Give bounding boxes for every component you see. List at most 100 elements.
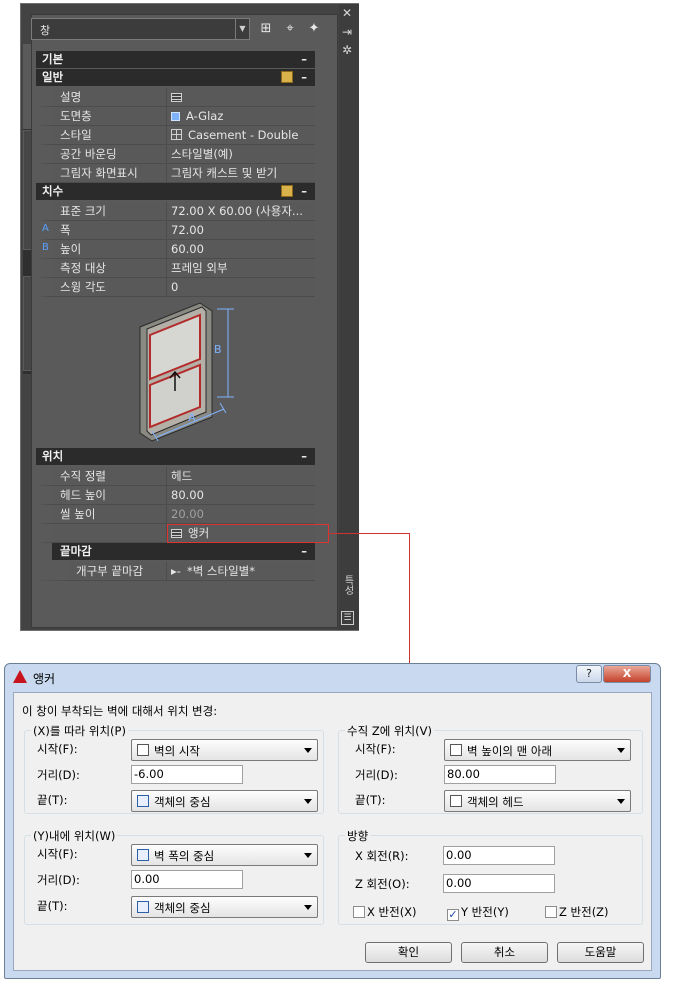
prop-row-height[interactable]: 높이 B 60.00 — [36, 240, 315, 259]
palette-title-strip[interactable] — [339, 4, 359, 630]
chevron-down-icon — [617, 799, 625, 804]
palette-title: 특성 — [342, 575, 353, 595]
close-button[interactable]: X — [603, 665, 651, 683]
prop-label: 스윙 각도 — [36, 278, 166, 297]
field-label: 시작(F): — [37, 742, 78, 756]
ok-button[interactable]: 확인 — [365, 942, 452, 963]
quick-select-icon[interactable]: ✦ — [305, 20, 323, 38]
prop-value[interactable]: 0 — [166, 278, 315, 297]
chevron-down-icon — [304, 853, 312, 858]
style-settings-icon[interactable] — [281, 185, 293, 197]
prop-value[interactable]: 72.00 — [166, 221, 315, 240]
prop-label: 측정 대상 — [36, 259, 166, 278]
field-label: Z 회전(O): — [355, 877, 410, 891]
cancel-button[interactable]: 취소 — [461, 942, 548, 963]
prop-label: 수직 정렬 — [36, 467, 166, 486]
prop-value[interactable]: 60.00 — [166, 240, 315, 259]
section-basic[interactable]: 기본 – — [36, 51, 315, 68]
vertical-z-to-select[interactable]: 객체의 헤드 — [444, 790, 631, 812]
help-button[interactable]: 도움말 — [557, 942, 644, 963]
prop-row-sill-height[interactable]: 씰 높이 20.00 — [36, 505, 315, 524]
palette-menu-icon[interactable]: ☰ — [341, 611, 354, 625]
within-y-to-select[interactable]: 객체의 중심 — [131, 896, 318, 918]
within-y-from-select[interactable]: 벽 폭의 중심 — [131, 844, 318, 866]
prop-value[interactable] — [166, 88, 315, 107]
dialog-title-bar[interactable]: 앵커 ? X — [5, 664, 660, 690]
add-selection-icon[interactable]: ⊞ — [257, 20, 275, 38]
select-objects-icon[interactable]: ⌖ — [281, 20, 299, 38]
along-x-distance-input[interactable]: -6.00 — [131, 765, 243, 784]
section-general[interactable]: 일반 – — [36, 69, 315, 86]
checkbox-box[interactable] — [353, 906, 365, 918]
prop-row-head-height[interactable]: 헤드 높이 80.00 — [36, 486, 315, 505]
prop-row-standard-size[interactable]: 표준 크기 72.00 X 60.00 (사용자... — [36, 202, 315, 221]
prop-value[interactable]: Casement - Double — [166, 126, 315, 145]
table-icon — [171, 93, 182, 102]
prop-value[interactable]: 80.00 — [166, 486, 315, 505]
prop-row-style[interactable]: 스타일 Casement - Double — [36, 126, 315, 145]
within-y-distance-input[interactable]: 0.00 — [131, 870, 243, 889]
section-dimensions-label: 치수 — [42, 184, 64, 198]
prop-value[interactable]: A-Glaz — [166, 107, 315, 126]
close-icon[interactable]: ✕ — [341, 6, 353, 20]
section-dimensions[interactable]: 치수 – — [36, 183, 315, 200]
wall-icon — [450, 744, 462, 756]
collapse-icon[interactable]: – — [301, 543, 307, 560]
field-label: 거리(D): — [37, 873, 80, 887]
prop-row-measure-to[interactable]: 측정 대상 프레임 외부 — [36, 259, 315, 278]
prop-row-opening-end-cap[interactable]: 개구부 끝마감 ▸- *벽 스타일별* — [36, 562, 315, 581]
chevron-down-icon[interactable]: ▼ — [235, 19, 249, 39]
section-location-label: 위치 — [42, 449, 64, 463]
prop-value[interactable]: 스타일별(예) — [166, 145, 315, 164]
collapse-icon[interactable]: – — [301, 183, 307, 200]
flip-y-checkbox[interactable]: ✓ Y 반전(Y) — [447, 904, 509, 921]
prop-value[interactable]: 프레임 외부 — [166, 259, 315, 278]
flip-z-checkbox[interactable]: Z 반전(Z) — [545, 904, 609, 920]
prop-row-width[interactable]: 폭 A 72.00 — [36, 221, 315, 240]
end-cap-icon: ▸- — [171, 564, 181, 578]
collapse-icon[interactable]: – — [301, 51, 307, 68]
prop-value[interactable]: 그림자 캐스트 및 받기 — [166, 164, 315, 183]
prop-row-swing-angle[interactable]: 스윙 각도 0 — [36, 278, 315, 297]
section-general-label: 일반 — [42, 70, 64, 84]
callout-leader — [329, 533, 410, 534]
vertical-z-from-select[interactable]: 벽 높이의 맨 아래 — [444, 739, 631, 761]
prop-value[interactable]: ▸- *벽 스타일별* — [166, 562, 315, 581]
auto-hide-icon[interactable]: ⇥ — [341, 25, 353, 39]
x-rotation-input[interactable]: 0.00 — [443, 846, 555, 865]
section-location[interactable]: 위치 – — [36, 448, 315, 465]
prop-value[interactable]: 72.00 X 60.00 (사용자... — [166, 202, 315, 221]
prop-label: 표준 크기 — [36, 202, 166, 221]
prop-row-vertical-alignment[interactable]: 수직 정렬 헤드 — [36, 467, 315, 486]
field-label: 끝(T): — [37, 899, 68, 913]
dim-b-marker: B — [42, 242, 49, 253]
along-x-from-select[interactable]: 벽의 시작 — [131, 739, 318, 761]
flip-x-checkbox[interactable]: X 반전(X) — [353, 904, 417, 920]
vertical-z-distance-input[interactable]: 80.00 — [444, 765, 556, 784]
section-end-caps[interactable]: 끝마감 – — [52, 543, 315, 560]
prop-row-description[interactable]: 설명 — [36, 88, 315, 107]
style-settings-icon[interactable] — [281, 71, 293, 83]
anchor-callout-box — [167, 524, 329, 543]
prop-label: 공간 바운딩 — [36, 145, 166, 164]
prop-label: 폭 — [36, 221, 166, 240]
prop-label: 씰 높이 — [36, 505, 166, 524]
checkbox-box[interactable] — [545, 906, 557, 918]
field-label: 거리(D): — [355, 768, 398, 782]
object-type-combo[interactable]: 창 ▼ — [31, 18, 250, 40]
group-along-x-title: (X)를 따라 위치(P) — [31, 723, 128, 739]
callout-leader — [409, 533, 410, 663]
layer-color-icon — [171, 112, 180, 121]
prop-row-layer[interactable]: 도면층 A-Glaz — [36, 107, 315, 126]
help-title-button[interactable]: ? — [576, 665, 602, 683]
prop-row-space-bounding[interactable]: 공간 바운딩 스타일별(예) — [36, 145, 315, 164]
prop-value[interactable]: 헤드 — [166, 467, 315, 486]
settings-icon[interactable]: ✲ — [341, 43, 353, 57]
collapse-icon[interactable]: – — [301, 69, 307, 86]
along-x-to-select[interactable]: 객체의 중심 — [131, 790, 318, 812]
z-rotation-input[interactable]: 0.00 — [443, 874, 555, 893]
check-icon[interactable]: ✓ — [447, 909, 459, 921]
collapse-icon[interactable]: – — [301, 448, 307, 465]
window-dimension-figure: B A — [52, 297, 315, 446]
prop-row-shadow-display[interactable]: 그림자 화면표시 그림자 캐스트 및 받기 — [36, 164, 315, 183]
